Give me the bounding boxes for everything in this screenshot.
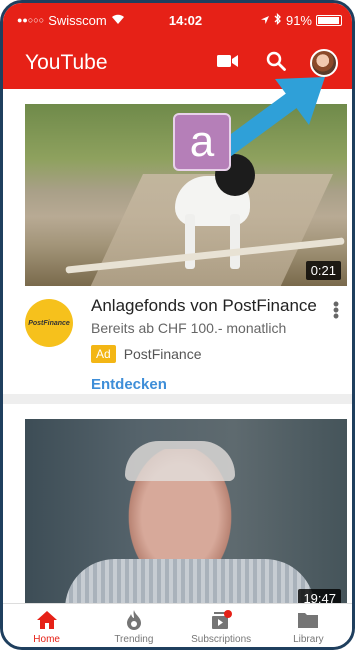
bottom-nav: Home Trending Subscriptions Library — [3, 603, 352, 647]
more-options-icon[interactable]: • • • — [330, 295, 342, 325]
app-title: YouTube — [25, 51, 108, 74]
battery-icon — [316, 14, 342, 26]
folder-icon — [297, 608, 319, 632]
nav-home[interactable]: Home — [3, 604, 90, 647]
ad-meta-row: Ad PostFinance — [91, 345, 202, 363]
nav-home-label: Home — [33, 634, 60, 645]
carrier-label: Swisscom — [48, 12, 107, 28]
ad-title[interactable]: Anlagefonds von PostFinance — [91, 296, 317, 316]
nav-library-label: Library — [293, 634, 324, 645]
wifi-icon — [111, 13, 125, 28]
advertiser-logo-text: PostFinance — [28, 319, 70, 327]
signal-dots-icon: ●●○○○ — [17, 15, 45, 25]
duration-badge: 0:21 — [305, 261, 341, 280]
home-icon — [36, 608, 58, 632]
nav-subscriptions-label: Subscriptions — [191, 634, 252, 645]
advertiser-name: PostFinance — [123, 346, 202, 362]
bluetooth-icon — [274, 12, 282, 28]
phone-frame: ●●○○○ Swisscom 14:02 91% YouTube 0:21 Po… — [0, 0, 355, 650]
nav-trending-label: Trending — [114, 634, 154, 645]
subscriptions-icon — [210, 608, 233, 632]
nav-library[interactable]: Library — [265, 604, 352, 647]
thumbnail-hair — [125, 441, 235, 481]
nav-trending[interactable]: Trending — [90, 604, 177, 647]
ad-subtitle: Bereits ab CHF 100.- monatlich — [91, 320, 287, 336]
pointer-arrow-icon — [214, 77, 325, 160]
thumbnail-shirt — [65, 559, 315, 609]
video-thumbnail[interactable]: 19:47 — [25, 419, 347, 609]
camera-icon — [217, 54, 239, 73]
status-right-group: 91% — [260, 12, 342, 28]
thumbnail-dog-leg — [230, 214, 240, 269]
annotation-badge: a — [173, 113, 231, 171]
nav-subscriptions[interactable]: Subscriptions — [178, 604, 265, 647]
status-bar: ●●○○○ Swisscom 14:02 91% — [3, 3, 352, 37]
discover-link[interactable]: Entdecken — [91, 376, 167, 393]
ad-badge: Ad — [91, 345, 116, 363]
flame-icon — [126, 608, 142, 632]
battery-label: 91% — [285, 12, 312, 28]
status-carrier-group: ●●○○○ Swisscom — [17, 13, 137, 28]
location-arrow-icon — [260, 13, 270, 28]
video-card: 19:47 — [3, 404, 352, 609]
status-time: 14:02 — [168, 12, 203, 28]
advertiser-logo[interactable]: PostFinance — [25, 299, 73, 347]
